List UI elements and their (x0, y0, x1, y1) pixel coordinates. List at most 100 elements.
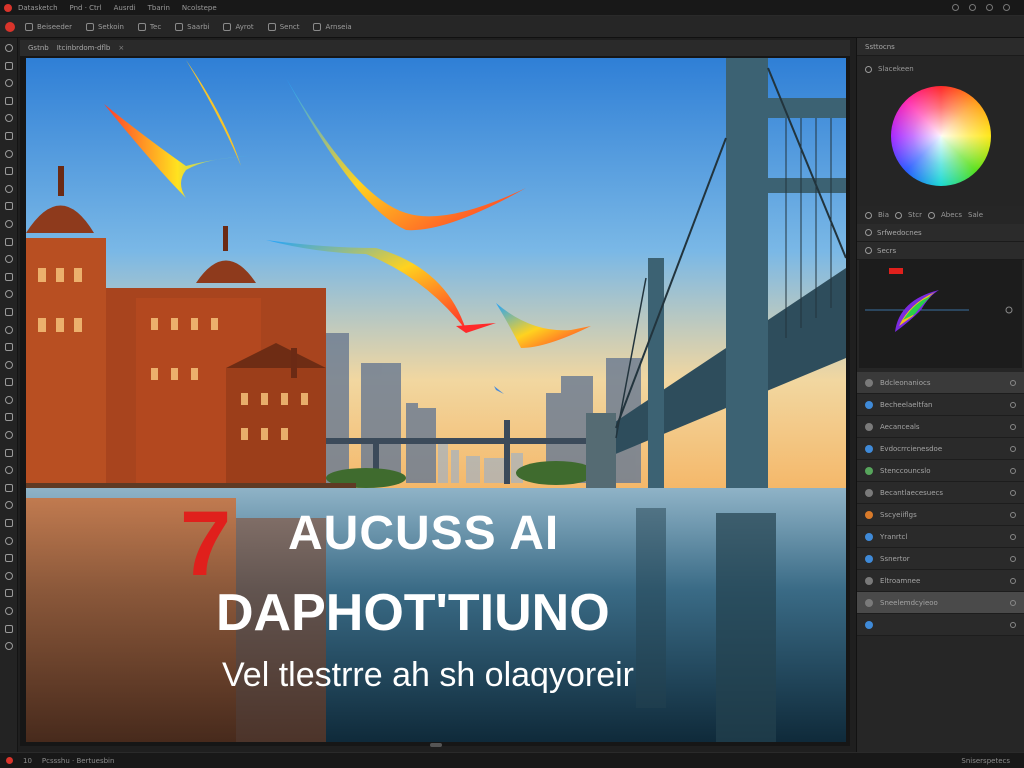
image-canvas[interactable]: 7 AUCUSS AI DAPHOT'TIUNO Vel tlestrre ah… (26, 58, 846, 742)
document-tab[interactable]: Gstnb Itcinbrdom-dflb × (20, 40, 850, 56)
path-select-tool-icon[interactable] (4, 325, 13, 334)
new-layer-icon[interactable] (865, 620, 873, 629)
foreground-color-icon[interactable] (4, 413, 13, 422)
visibility-icon[interactable] (1010, 511, 1016, 518)
color-wheel[interactable] (891, 86, 991, 186)
healing-tool-icon[interactable] (4, 149, 13, 158)
mode-1-label[interactable]: Bia (878, 211, 889, 219)
minimize-icon[interactable] (952, 4, 959, 11)
eyedropper-tool-icon[interactable] (4, 131, 13, 140)
blur-tool-icon[interactable] (4, 255, 13, 264)
layer-row[interactable]: Bdcleonaniocs (857, 372, 1024, 394)
option-7[interactable]: Arnseia (313, 22, 352, 31)
gradient-tool-icon[interactable] (4, 237, 13, 246)
visibility-icon[interactable] (1010, 467, 1016, 474)
restore-icon[interactable] (986, 4, 993, 11)
dodge-tool-icon[interactable] (4, 272, 13, 281)
option-icon (137, 22, 146, 31)
visibility-icon[interactable] (1010, 489, 1016, 496)
extra-tool-9-icon[interactable] (4, 624, 13, 633)
visibility-icon[interactable] (1010, 401, 1016, 408)
layer-thumb-icon (865, 400, 873, 409)
layer-row[interactable]: Yranrtcl (857, 526, 1024, 548)
adjust-panel-header[interactable]: Srfwedocnes (857, 224, 1024, 242)
current-tool-icon[interactable] (5, 21, 15, 32)
extra-tool-4-icon[interactable] (4, 536, 13, 545)
curves-preview[interactable] (859, 260, 1022, 368)
extra-tool-8-icon[interactable] (4, 607, 13, 615)
layer-row[interactable]: Ssnertor (857, 548, 1024, 570)
layer-row[interactable] (857, 614, 1024, 636)
close-tab-icon[interactable]: × (118, 44, 124, 52)
brush-tool-icon[interactable] (4, 167, 13, 176)
menu-item-5[interactable]: Ncolstepe (182, 4, 217, 12)
canvas-area[interactable]: 7 AUCUSS AI DAPHOT'TIUNO Vel tlestrre ah… (20, 56, 850, 746)
stamp-tool-icon[interactable] (4, 184, 13, 193)
mode-2-label[interactable]: Stcr (908, 211, 922, 219)
extra-tool-2-icon[interactable] (4, 501, 13, 510)
extra-tool-3-icon[interactable] (4, 519, 13, 528)
visibility-icon[interactable] (1010, 599, 1016, 606)
option-1[interactable]: Beiseeder (25, 22, 72, 31)
pen-tool-icon[interactable] (4, 290, 13, 299)
crop-tool-icon[interactable] (4, 114, 13, 123)
option-icon (223, 22, 232, 31)
canvas-scrollbar[interactable] (430, 743, 442, 747)
color-panel-header[interactable]: Ssttocns (857, 38, 1024, 56)
eraser-tool-icon[interactable] (4, 219, 13, 228)
shape-tool-icon[interactable] (4, 343, 13, 352)
option-2[interactable]: Setkoin (85, 22, 124, 31)
option-5[interactable]: Ayrot (223, 22, 254, 31)
magic-wand-tool-icon[interactable] (4, 96, 13, 105)
layer-row-selected[interactable]: Sneelemdcyieoo (857, 592, 1024, 614)
close-icon[interactable] (1003, 4, 1010, 11)
canvas-subline-text: Vel tlestrre ah sh olaqyoreir (222, 656, 634, 694)
quick-mask-icon[interactable] (4, 448, 13, 457)
extra-tool-5-icon[interactable] (4, 554, 13, 563)
screen-mode-icon[interactable] (4, 466, 13, 475)
visibility-icon[interactable] (1010, 577, 1016, 584)
maximize-icon[interactable] (969, 4, 976, 11)
visibility-icon[interactable] (1010, 445, 1016, 452)
visibility-icon[interactable] (1010, 379, 1016, 386)
history-brush-tool-icon[interactable] (4, 202, 13, 211)
lasso-tool-icon[interactable] (4, 79, 13, 88)
curves-panel-header[interactable]: Secrs (857, 242, 1024, 260)
extra-tool-icon[interactable] (4, 483, 13, 492)
mode-1-icon[interactable] (865, 211, 872, 219)
hand-tool-icon[interactable] (4, 360, 13, 369)
option-3[interactable]: Tec (137, 22, 161, 31)
extra-tool-7-icon[interactable] (4, 589, 13, 598)
mode-3-label[interactable]: Abecs (941, 211, 962, 219)
layer-row[interactable]: Aecanceals (857, 416, 1024, 438)
layer-row[interactable]: Sscyeiiflgs (857, 504, 1024, 526)
layer-row[interactable]: Becantlaecesuecs (857, 482, 1024, 504)
option-6[interactable]: Senct (267, 22, 299, 31)
option-4[interactable]: Saarbi (175, 22, 209, 31)
visibility-icon[interactable] (1010, 533, 1016, 540)
visibility-icon[interactable] (1010, 423, 1016, 430)
layer-row[interactable]: Eltroamnee (857, 570, 1024, 592)
menu-item-3[interactable]: Ausrdi (114, 4, 136, 12)
menu-item-2[interactable]: Pnd · Ctrl (70, 4, 102, 12)
marquee-tool-icon[interactable] (4, 61, 13, 70)
mode-4-label[interactable]: Sale (968, 211, 983, 219)
layer-row[interactable]: Evdocrrcienesdoe (857, 438, 1024, 460)
background-color-icon[interactable] (4, 431, 13, 440)
menu-item-1[interactable]: Datasketch (18, 4, 58, 12)
edit-toolbar-icon[interactable] (4, 395, 13, 404)
visibility-icon[interactable] (1010, 555, 1016, 562)
menu-item-4[interactable]: Tbarin (148, 4, 170, 12)
layer-row[interactable]: Stenccouncslo (857, 460, 1024, 482)
type-tool-icon[interactable] (4, 307, 13, 316)
extra-tool-10-icon[interactable] (4, 642, 13, 651)
color-swatch-icon[interactable] (865, 65, 872, 73)
zoom-tool-icon[interactable] (4, 378, 13, 387)
mode-3-icon[interactable] (927, 211, 935, 219)
extra-tool-6-icon[interactable] (4, 571, 13, 580)
mode-2-icon[interactable] (895, 211, 903, 219)
move-tool-icon[interactable] (4, 44, 13, 52)
layer-row[interactable]: Becheelaeltfan (857, 394, 1024, 416)
visibility-icon[interactable] (1010, 621, 1016, 628)
zoom-level[interactable]: 10 (23, 757, 32, 765)
